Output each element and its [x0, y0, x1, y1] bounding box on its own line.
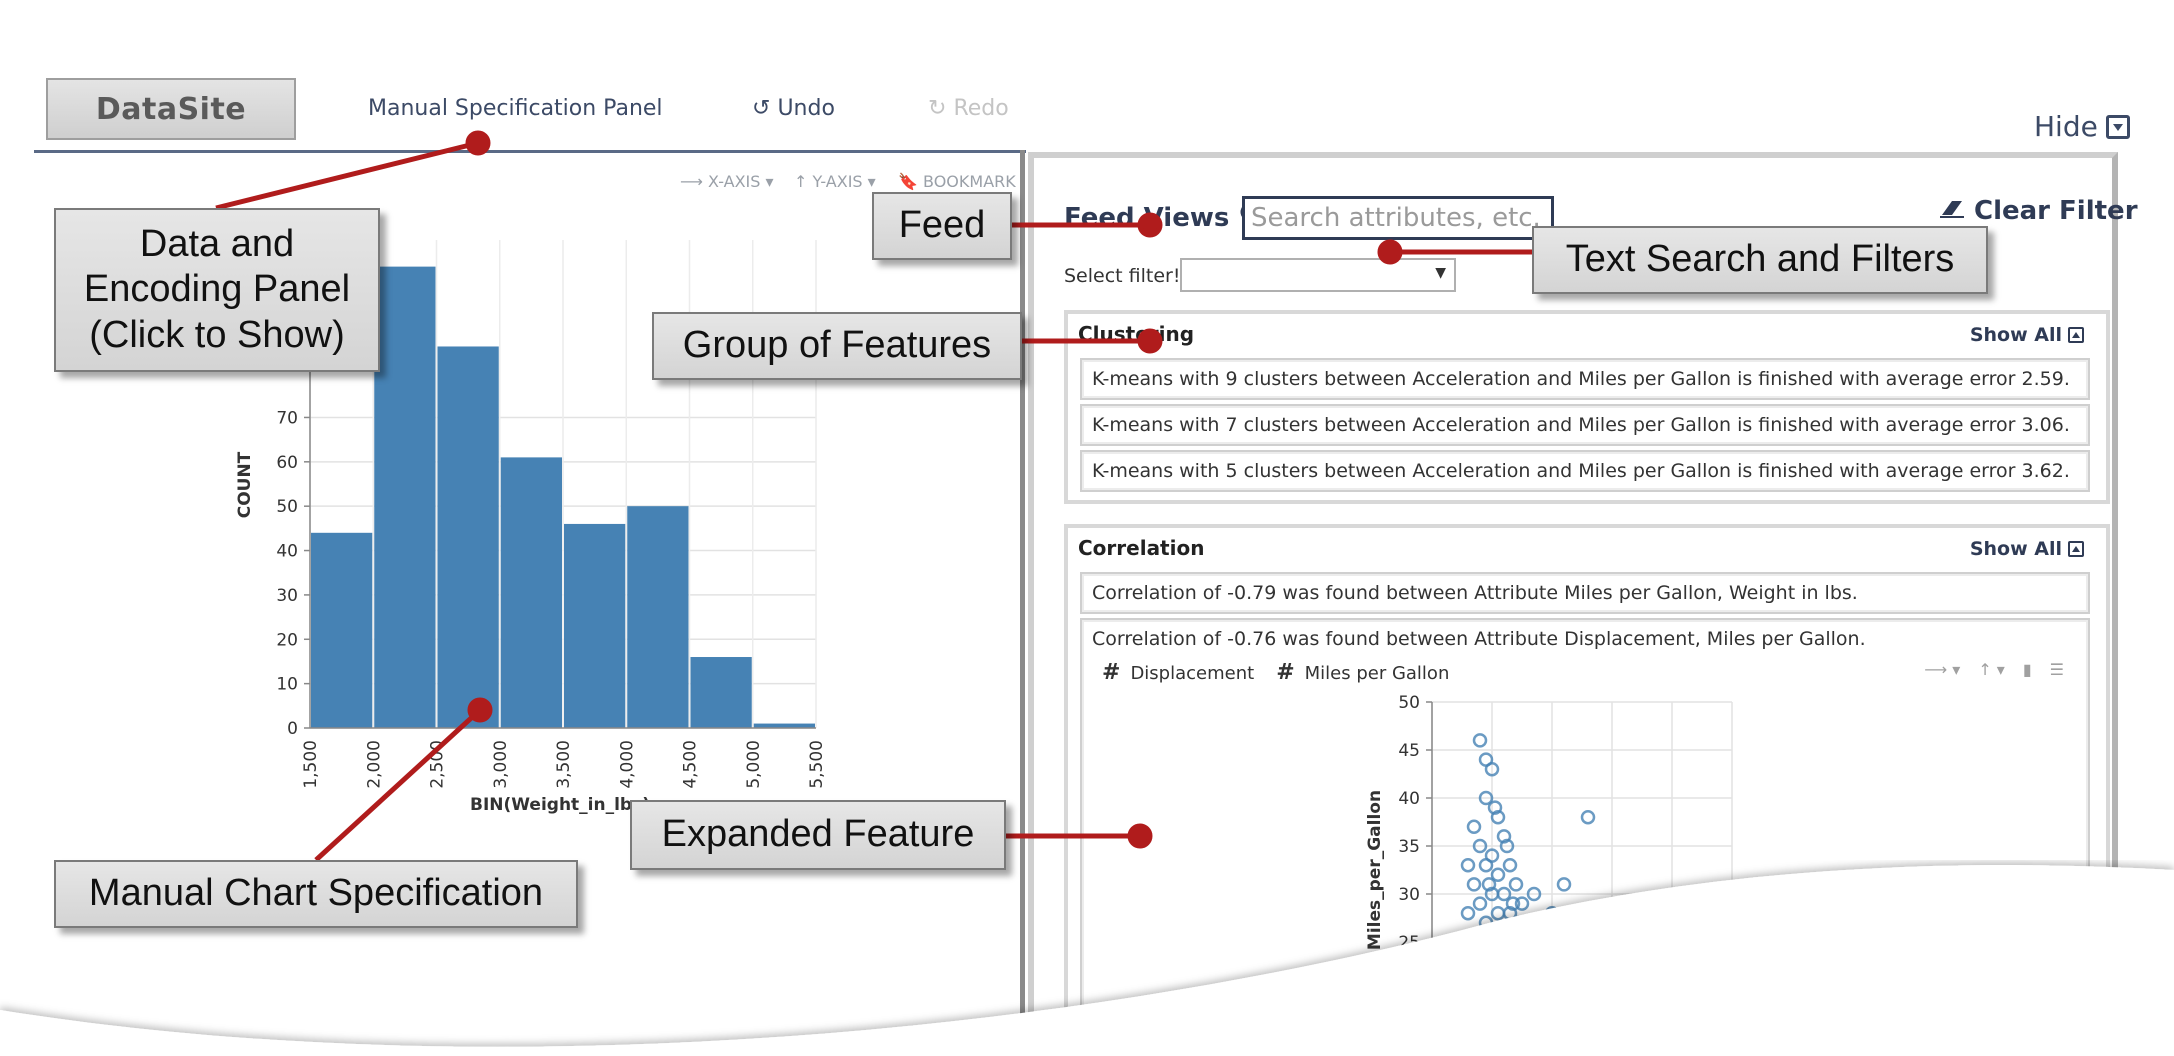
undo-label: Undo [777, 96, 835, 121]
show-all-label: Show All [1969, 538, 2062, 560]
scatter-y-tick-label: 40 [1398, 789, 1420, 809]
feature-item[interactable]: K-means with 9 clusters between Accelera… [1080, 358, 2090, 400]
feed-views-label: Feed Views [1064, 202, 1230, 233]
quantitative-icon: # [1102, 660, 1121, 685]
filter-select[interactable] [1180, 258, 1456, 292]
left-panel-top-border [34, 150, 1026, 153]
legend-mpg[interactable]: # Miles per Gallon [1276, 660, 1449, 685]
caret-down-icon: ▾ [867, 172, 876, 191]
hide-label: Hide [2034, 110, 2098, 143]
histogram-bar[interactable] [500, 457, 562, 728]
feature-item[interactable]: K-means with 7 clusters between Accelera… [1080, 404, 2090, 446]
chevron-up-icon [2068, 327, 2084, 343]
bookmark-icon: 🔖 [898, 172, 918, 191]
histogram-x-tick-label: 2,500 [428, 740, 448, 789]
scatter-y-tick-label: 50 [1398, 693, 1420, 713]
group-title-correlation: Correlation [1078, 536, 1205, 560]
histogram-bar[interactable] [374, 266, 436, 728]
feature-group-clustering: Clustering Show All K-means with 9 clust… [1064, 310, 2110, 504]
show-all-correlation-button[interactable]: Show All [1970, 538, 2084, 560]
arrow-up-icon: ↑ [794, 172, 808, 191]
bookmark-icon[interactable]: ▮ [2023, 660, 2032, 679]
scatter-point[interactable] [1580, 809, 1596, 825]
expanded-feature-text: Correlation of -0.76 was found between A… [1092, 628, 1866, 650]
redo-label: Redo [953, 96, 1009, 121]
datasite-logo: DataSite [46, 78, 296, 140]
histogram-y-tick-label: 20 [276, 630, 298, 650]
histogram-y-tick-label: 30 [276, 586, 298, 606]
histogram-y-tick-label: 40 [276, 542, 298, 562]
list-icon[interactable]: ☰ [2050, 660, 2064, 679]
legend-displacement-label: Displacement [1130, 663, 1255, 684]
callout-data-encoding-panel: Data and Encoding Panel (Click to Show) [54, 208, 380, 372]
histogram-x-tick-label: 4,500 [681, 740, 701, 789]
undo-button[interactable]: ↺ Undo [752, 96, 835, 121]
feature-item[interactable]: K-means with 5 clusters between Accelera… [1080, 450, 2090, 492]
group-title-clustering: Clustering [1078, 322, 1195, 346]
search-input[interactable] [1242, 196, 1554, 240]
redo-icon: ↻ [928, 96, 947, 121]
scatter-y-tick-label: 35 [1398, 837, 1420, 857]
histogram-x-title: BIN(Weight_in_lbs) [470, 795, 650, 815]
histogram-y-title: COUNT [235, 451, 255, 518]
scatter-point[interactable] [1472, 733, 1488, 748]
histogram-x-tick-label: 3,500 [554, 740, 574, 789]
select-filter-label: Select filter! [1064, 265, 1181, 287]
histogram-y-tick-label: 0 [287, 719, 298, 739]
bookmark-button[interactable]: 🔖 BOOKMARK [898, 172, 1016, 191]
histogram-x-tick-label: 5,000 [744, 740, 764, 789]
feature-item[interactable]: Correlation of -0.79 was found between A… [1080, 572, 2090, 614]
histogram-bar[interactable] [564, 523, 626, 728]
show-all-clustering-button[interactable]: Show All [1970, 324, 2084, 346]
scatter-encoding-legend: # Displacement # Miles per Gallon [1102, 660, 1449, 685]
scatter-point[interactable] [1466, 819, 1482, 835]
histogram-y-tick-label: 60 [276, 453, 298, 473]
y-axis-dropdown[interactable]: ↑ Y-AXIS ▾ [794, 172, 876, 191]
histogram-y-tick-label: 70 [276, 408, 298, 428]
histogram-x-tick-label: 2,000 [364, 740, 384, 789]
redo-button[interactable]: ↻ Redo [928, 96, 1009, 121]
scatter-toolbar: ⟶ ▾ ↑ ▾ ▮ ☰ [1924, 660, 2064, 679]
chevron-up-icon [2068, 541, 2084, 557]
y-axis-label: Y-AXIS [812, 172, 863, 191]
quantitative-icon: # [1276, 660, 1295, 685]
histogram-bar[interactable] [437, 346, 499, 728]
feed-views-title: Feed Views [1064, 202, 1263, 233]
manual-specification-panel-link[interactable]: Manual Specification Panel [368, 96, 663, 121]
undo-icon: ↺ [752, 96, 771, 121]
histogram-x-tick-label: 3,000 [491, 740, 511, 789]
scatter-y-tick-label: 45 [1398, 741, 1420, 761]
histogram-bar[interactable] [311, 532, 373, 728]
clear-filter-button[interactable]: Clear Filter [1938, 196, 2138, 226]
caret-down-icon: ▾ [765, 172, 774, 191]
x-axis-label: X-AXIS [708, 172, 761, 191]
callout-feed: Feed [872, 192, 1012, 260]
histogram-y-tick-label: 10 [276, 675, 298, 695]
callout-group-of-features: Group of Features [652, 312, 1022, 380]
show-all-label: Show All [1969, 324, 2062, 346]
bookmark-label: BOOKMARK [923, 172, 1016, 191]
chevron-down-icon [2105, 114, 2130, 139]
callout-text-search: Text Search and Filters [1532, 226, 1988, 294]
eraser-icon [1938, 196, 1966, 226]
histogram-bar[interactable] [627, 506, 689, 728]
clear-filter-label: Clear Filter [1974, 196, 2138, 226]
x-axis-menu-icon[interactable]: ⟶ ▾ [1924, 660, 1960, 679]
callout-manual-chart-spec: Manual Chart Specification [54, 860, 578, 928]
x-axis-dropdown[interactable]: ⟶ X-AXIS ▾ [680, 172, 774, 191]
legend-mpg-label: Miles per Gallon [1304, 663, 1450, 684]
hide-button[interactable]: Hide [2034, 110, 2130, 143]
legend-displacement[interactable]: # Displacement [1102, 660, 1254, 685]
histogram-y-tick-label: 50 [276, 497, 298, 517]
arrow-right-icon: ⟶ [680, 172, 703, 191]
histogram-bar[interactable] [690, 657, 752, 728]
histogram-x-tick-label: 4,000 [617, 740, 637, 789]
histogram-x-tick-label: 1,500 [301, 740, 321, 789]
histogram-x-tick-label: 5,500 [807, 740, 827, 789]
y-axis-menu-icon[interactable]: ↑ ▾ [1978, 660, 2005, 679]
callout-expanded-feature: Expanded Feature [630, 800, 1006, 870]
